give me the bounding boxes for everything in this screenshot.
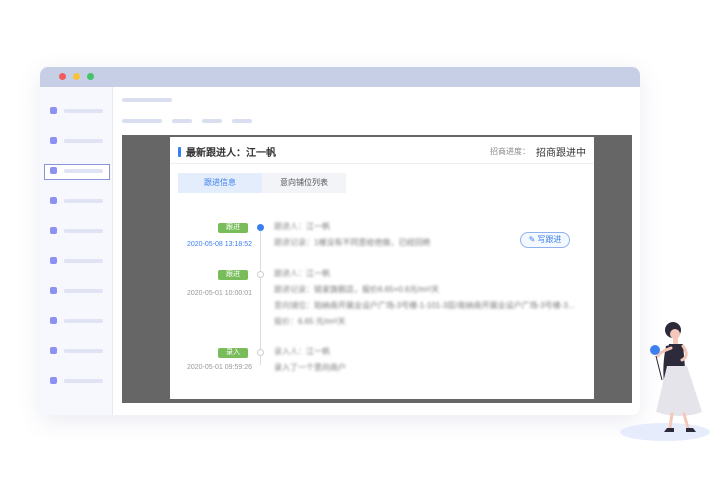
timeline-line: 录入人：江一帆 (274, 346, 330, 357)
tab-bar: 跟进信息 意向铺位列表 (178, 173, 346, 193)
close-window-icon[interactable] (59, 73, 66, 80)
line-key: 录入人： (274, 347, 306, 356)
line-key: 跟进记录： (274, 238, 314, 247)
sidebar-item[interactable] (44, 194, 108, 208)
minimize-window-icon[interactable] (73, 73, 80, 80)
timeline-node (257, 271, 264, 278)
menu-bullet-icon (50, 107, 57, 114)
breadcrumb-placeholder[interactable] (232, 119, 252, 123)
tab-follow-info[interactable]: 跟进信息 (178, 173, 262, 193)
sidebar-item-active[interactable] (44, 164, 110, 180)
timestamp: 2020-05-01 10:00:01 (187, 290, 252, 297)
tab-intended-shops[interactable]: 意向铺位列表 (262, 173, 346, 193)
timeline-line: 跟进人：江一帆 (274, 221, 330, 232)
breadcrumb-placeholder[interactable] (122, 119, 162, 123)
write-follow-up-button[interactable]: ✎ 写跟进 (520, 232, 570, 248)
line-key: 跟进记录： (274, 285, 314, 294)
menu-bullet-icon (50, 287, 57, 294)
menu-label-placeholder (64, 229, 103, 233)
sidebar-item[interactable] (44, 374, 108, 388)
app-window: 最新跟进人：江一帆 招商进度： 招商跟进中 跟进信息 意向铺位列表 ✎ 写跟进 跟… (40, 67, 640, 415)
timeline-line: 录入了一个意向商户 (274, 362, 346, 373)
menu-bullet-icon (50, 347, 57, 354)
menu-bullet-icon (50, 257, 57, 264)
menu-label-placeholder (64, 109, 103, 113)
timeline-line: 报价：6.65 元/m²/天 (274, 316, 346, 327)
sidebar-item[interactable] (44, 284, 108, 298)
line-key: 报价： (274, 317, 298, 326)
timeline-node (257, 349, 264, 356)
progress-label: 招商进度： (490, 147, 530, 156)
sidebar-item[interactable] (44, 104, 108, 118)
line-value: 江一帆 (306, 269, 330, 278)
line-key: 意向铺位： (274, 301, 314, 310)
timeline-axis (260, 229, 261, 365)
menu-label-placeholder (64, 289, 103, 293)
breadcrumb-placeholder[interactable] (202, 119, 222, 123)
menu-bullet-icon (50, 377, 57, 384)
sidebar (40, 87, 113, 415)
sidebar-item[interactable] (44, 344, 108, 358)
menu-bullet-icon (50, 317, 57, 324)
status-badge: 跟进 (218, 270, 248, 280)
timeline-line: 意向铺位：珀纳商开展业设户广场-3号楼-1-101-3层/南纳商开展业设户广场-… (274, 300, 574, 311)
line-key: 跟进人： (274, 222, 306, 231)
page-title-placeholder (122, 98, 172, 102)
line-value: 6.65 元/m²/天 (298, 317, 346, 326)
sidebar-item[interactable] (44, 254, 108, 268)
timestamp: 2020-05-01 09:59:26 (187, 364, 252, 371)
sidebar-item[interactable] (44, 224, 108, 238)
woman-with-flower-illustration (650, 322, 702, 432)
timeline-line: 跟进记录：链家旗舰店，报价6.65+0.6元/m²/天 (274, 284, 439, 295)
menu-bullet-icon (50, 197, 57, 204)
line-value: 江一帆 (306, 222, 330, 231)
menu-label-placeholder (64, 139, 103, 143)
status-badge: 跟进 (218, 223, 248, 233)
menu-label-placeholder (64, 349, 103, 353)
menu-bullet-icon (50, 227, 57, 234)
timestamp: 2020-05-08 13:18:52 (187, 241, 252, 248)
line-value: 录入了一个意向商户 (274, 363, 346, 372)
line-key: 跟进人： (274, 269, 306, 278)
menu-bullet-icon (50, 137, 57, 144)
modal-overlay: 最新跟进人：江一帆 招商进度： 招商跟进中 跟进信息 意向铺位列表 ✎ 写跟进 跟… (122, 135, 632, 403)
title-accent-bar (178, 147, 181, 157)
menu-label-placeholder (64, 259, 103, 263)
maximize-window-icon[interactable] (87, 73, 94, 80)
pencil-icon: ✎ (528, 235, 536, 244)
line-value: 链家旗舰店，报价6.65+0.6元/m²/天 (314, 285, 440, 294)
latest-follower: 最新跟进人：江一帆 (186, 148, 276, 159)
status-badge: 录入 (218, 348, 248, 358)
menu-label-placeholder (64, 199, 103, 203)
timeline-line: 跟进人：江一帆 (274, 268, 330, 279)
menu-label-placeholder (64, 379, 103, 383)
title-bar (40, 67, 640, 87)
line-value: 江一帆 (306, 347, 330, 356)
line-value: 1楼没有不同意给他做，已经回绝 (314, 238, 431, 247)
breadcrumb-placeholder[interactable] (172, 119, 192, 123)
timeline-node (257, 224, 264, 231)
panel-header: 最新跟进人：江一帆 招商进度： 招商跟进中 (170, 137, 594, 164)
sidebar-item[interactable] (44, 134, 108, 148)
follow-up-panel: 最新跟进人：江一帆 招商进度： 招商跟进中 跟进信息 意向铺位列表 ✎ 写跟进 跟… (170, 137, 594, 399)
menu-bullet-icon (50, 167, 57, 174)
line-value: 珀纳商开展业设户广场-3号楼-1-101-3层/南纳商开展业设户广场-3号楼-3… (314, 301, 575, 310)
progress-value: 招商跟进中 (536, 148, 586, 159)
sidebar-item[interactable] (44, 314, 108, 328)
timeline-line: 跟进记录：1楼没有不同意给他做，已经回绝 (274, 237, 430, 248)
write-follow-up-label: 写跟进 (537, 235, 562, 244)
menu-label-placeholder (64, 169, 103, 173)
menu-label-placeholder (64, 319, 103, 323)
